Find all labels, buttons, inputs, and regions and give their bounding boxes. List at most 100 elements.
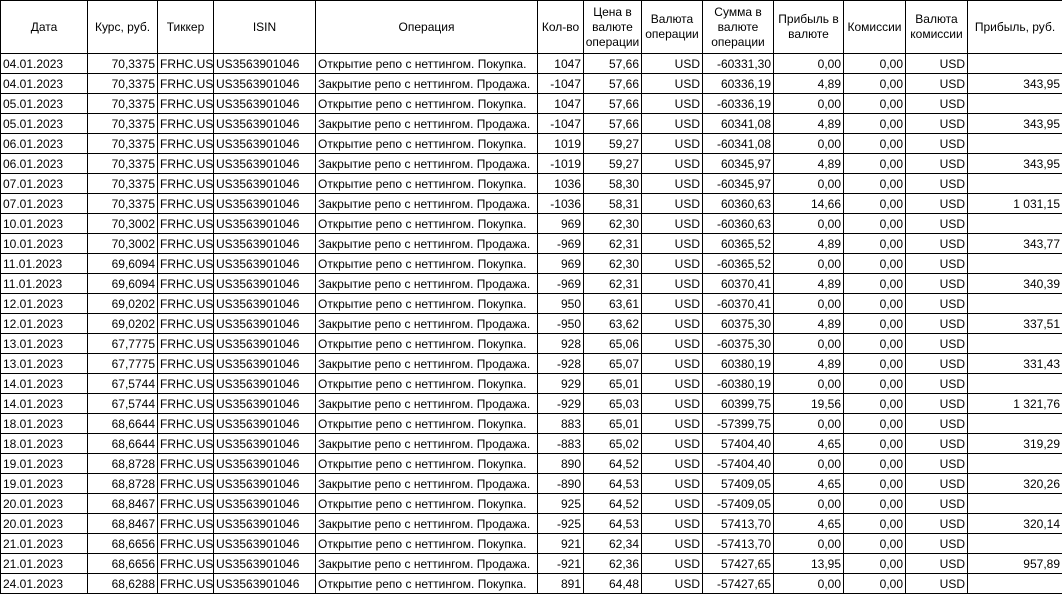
commission-cell: 0,00 [844,434,906,454]
commission-currency-cell: USD [906,394,968,414]
isin-cell: US3563901046 [214,394,316,414]
operation-cell: Открытие репо с неттингом. Покупка. [316,134,538,154]
operation-cell: Открытие репо с неттингом. Покупка. [316,494,538,514]
commission-currency-cell: USD [906,174,968,194]
isin-cell: US3563901046 [214,94,316,114]
date-cell: 20.01.2023 [1,494,88,514]
profit-currency-cell: 0,00 [774,534,844,554]
profit-currency-cell: 4,65 [774,434,844,454]
rate-cell: 67,5744 [88,374,158,394]
operation-cell: Закрытие репо с неттингом. Продажа. [316,74,538,94]
operation-cell: Открытие репо с неттингом. Покупка. [316,94,538,114]
operation-currency-cell: USD [642,114,703,134]
price-cell: 64,52 [584,454,642,474]
profit-currency-cell: 4,89 [774,154,844,174]
profit-currency-cell: 0,00 [774,454,844,474]
operation-currency-cell: USD [642,454,703,474]
profit-currency-cell: 0,00 [774,574,844,594]
operation-cell: Закрытие репо с неттингом. Продажа. [316,514,538,534]
quantity-cell: -929 [538,394,584,414]
commission-currency-cell: USD [906,514,968,534]
quantity-cell: 928 [538,334,584,354]
operation-cell: Открытие репо с неттингом. Покупка. [316,254,538,274]
commission-cell: 0,00 [844,334,906,354]
operation-cell: Открытие репо с неттингом. Покупка. [316,534,538,554]
isin-cell: US3563901046 [214,174,316,194]
price-cell: 65,06 [584,334,642,354]
commission-currency-cell: USD [906,154,968,174]
profit-rub-cell: 957,89 [968,554,1062,574]
profit-currency-cell: 0,00 [774,94,844,114]
profit-rub-cell [968,414,1062,434]
table-row: 13.01.202367,7775FRHC.USUS3563901046Закр… [1,354,1062,374]
operation-cell: Открытие репо с неттингом. Покупка. [316,454,538,474]
operation-currency-cell: USD [642,274,703,294]
ticker-cell: FRHC.US [158,114,214,134]
commission-cell: 0,00 [844,574,906,594]
rate-cell: 68,8467 [88,514,158,534]
ticker-cell: FRHC.US [158,274,214,294]
quantity-cell: -925 [538,514,584,534]
quantity-cell: -1047 [538,114,584,134]
operation-currency-cell: USD [642,374,703,394]
operation-currency-cell: USD [642,74,703,94]
isin-cell: US3563901046 [214,134,316,154]
rate-cell: 70,3375 [88,94,158,114]
commission-cell: 0,00 [844,354,906,374]
commission-cell: 0,00 [844,394,906,414]
operation-currency-cell: USD [642,514,703,534]
amount-cell: -57404,40 [703,454,774,474]
quantity-cell: -890 [538,474,584,494]
profit-currency-cell: 0,00 [774,414,844,434]
rate-cell: 70,3375 [88,74,158,94]
date-cell: 13.01.2023 [1,354,88,374]
profit-rub-cell: 320,26 [968,474,1062,494]
rate-cell: 70,3002 [88,234,158,254]
table-row: 07.01.202370,3375FRHC.USUS3563901046Откр… [1,174,1062,194]
profit-currency-cell: 4,65 [774,474,844,494]
isin-cell: US3563901046 [214,314,316,334]
date-cell: 12.01.2023 [1,294,88,314]
profit-currency-cell: 4,89 [774,274,844,294]
profit-currency-cell: 0,00 [774,214,844,234]
profit-currency-cell: 14,66 [774,194,844,214]
ticker-cell: FRHC.US [158,494,214,514]
quantity-cell: -969 [538,234,584,254]
rate-cell: 70,3002 [88,214,158,234]
price-cell: 57,66 [584,74,642,94]
operation-cell: Закрытие репо с неттингом. Продажа. [316,354,538,374]
operation-currency-cell: USD [642,394,703,414]
quantity-cell: 883 [538,414,584,434]
ticker-cell: FRHC.US [158,234,214,254]
date-cell: 18.01.2023 [1,434,88,454]
date-cell: 18.01.2023 [1,414,88,434]
operation-currency-cell: USD [642,234,703,254]
price-cell: 65,01 [584,414,642,434]
price-cell: 59,27 [584,134,642,154]
date-cell: 07.01.2023 [1,194,88,214]
table-row: 18.01.202368,6644FRHC.USUS3563901046Закр… [1,434,1062,454]
commission-currency-cell: USD [906,314,968,334]
amount-cell: 60399,75 [703,394,774,414]
price-cell: 62,31 [584,274,642,294]
profit-rub-cell [968,534,1062,554]
ticker-cell: FRHC.US [158,74,214,94]
commission-cell: 0,00 [844,514,906,534]
commission-currency-cell: USD [906,334,968,354]
commission-currency-cell: USD [906,454,968,474]
price-cell: 57,66 [584,54,642,74]
date-cell: 13.01.2023 [1,334,88,354]
header-date: Дата [1,1,88,54]
ticker-cell: FRHC.US [158,154,214,174]
commission-currency-cell: USD [906,554,968,574]
price-cell: 65,01 [584,374,642,394]
isin-cell: US3563901046 [214,474,316,494]
quantity-cell: 921 [538,534,584,554]
profit-rub-cell: 343,95 [968,114,1062,134]
isin-cell: US3563901046 [214,214,316,234]
price-cell: 64,48 [584,574,642,594]
date-cell: 06.01.2023 [1,154,88,174]
amount-cell: -60331,30 [703,54,774,74]
ticker-cell: FRHC.US [158,134,214,154]
date-cell: 19.01.2023 [1,474,88,494]
